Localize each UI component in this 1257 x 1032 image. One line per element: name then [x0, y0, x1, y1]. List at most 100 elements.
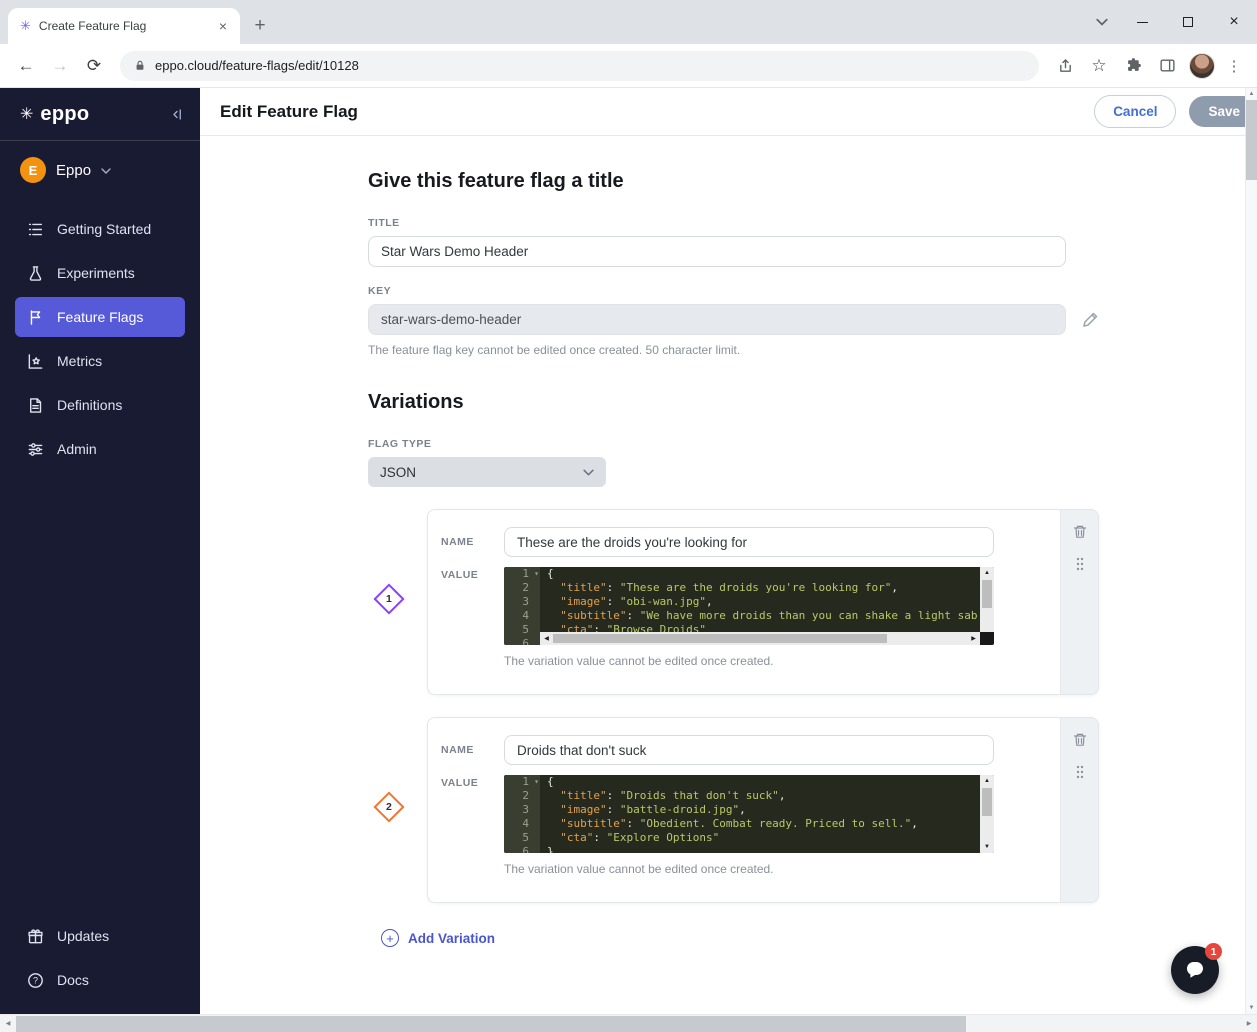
variation-1-badge: 1 [373, 583, 404, 614]
sidebar-item-metrics[interactable]: Metrics [15, 341, 185, 381]
form-content: Give this feature flag a title TITLE KEY… [200, 136, 1245, 987]
editor-vertical-scrollbar[interactable]: ▲ ▼ [980, 775, 994, 853]
flag-type-label: FLAG TYPE [368, 438, 1245, 450]
flag-icon [27, 309, 44, 326]
variation-2-name-input[interactable] [504, 735, 994, 765]
cancel-button[interactable]: Cancel [1094, 95, 1176, 128]
variation-name-label: NAME [441, 744, 504, 756]
bookmark-star-icon[interactable]: ☆ [1083, 50, 1115, 82]
browser-menu-icon[interactable]: ⋮ [1221, 57, 1247, 75]
sidebar-item-definitions[interactable]: Definitions [15, 385, 185, 425]
variations-heading: Variations [368, 391, 1245, 414]
variation-1-name-input[interactable] [504, 527, 994, 557]
window-maximize-button[interactable] [1165, 0, 1211, 44]
title-input[interactable] [368, 236, 1066, 267]
eppo-logo-icon: ✳ [20, 104, 33, 124]
new-tab-button[interactable]: + [246, 12, 274, 40]
variation-name-label: NAME [441, 536, 504, 548]
intercom-chat-button[interactable]: 1 [1171, 946, 1219, 994]
trash-icon[interactable] [1072, 732, 1088, 748]
browser-tab[interactable]: ✳ Create Feature Flag × [8, 8, 240, 44]
variation-1-actions [1060, 510, 1098, 694]
drag-handle-icon[interactable] [1075, 764, 1085, 780]
json-editor-2[interactable]: 1▾{2 "title": "Droids that don't suck",3… [504, 775, 994, 853]
key-help-text: The feature flag key cannot be edited on… [368, 343, 1245, 357]
list-icon [27, 221, 44, 238]
trash-icon[interactable] [1072, 524, 1088, 540]
flag-type-select[interactable]: JSON [368, 457, 606, 487]
extensions-puzzle-icon[interactable] [1117, 50, 1149, 82]
tab-search-icon[interactable] [1085, 5, 1119, 39]
address-bar[interactable]: eppo.cloud/feature-flags/edit/10128 [120, 51, 1039, 81]
reload-icon[interactable]: ⟳ [78, 50, 110, 82]
page-vertical-scrollbar[interactable]: ▲ ▼ [1245, 88, 1257, 1014]
page-title: Edit Feature Flag [220, 102, 358, 122]
workspace-switcher[interactable]: E Eppo [0, 141, 200, 197]
workspace-name: Eppo [56, 162, 91, 179]
tab-title: Create Feature Flag [39, 19, 206, 33]
workspace-avatar: E [20, 157, 46, 183]
variation-card-2: 2 NAME VALUE 1▾{2 "title" [427, 717, 1099, 903]
eppo-favicon-icon: ✳ [20, 18, 31, 34]
page-header: Edit Feature Flag Cancel Save [200, 88, 1245, 136]
sliders-icon [27, 441, 44, 458]
window-controls: × [1085, 0, 1257, 44]
back-icon[interactable]: ← [10, 50, 42, 82]
notification-badge: 1 [1205, 943, 1222, 960]
window-minimize-button[interactable] [1119, 0, 1165, 44]
browser-window: ✳ Create Feature Flag × + × ← → ⟳ eppo.c… [0, 0, 1257, 1032]
value-help-text: The variation value cannot be edited onc… [504, 654, 994, 668]
side-panel-icon[interactable] [1151, 50, 1183, 82]
sidebar-nav: Getting Started Experiments Feature Flag… [0, 197, 200, 473]
sidebar: ✳ eppo E Eppo Ge [0, 88, 200, 1014]
drag-handle-icon[interactable] [1075, 556, 1085, 572]
editor-horizontal-scrollbar[interactable]: ◀ ▶ [540, 632, 980, 645]
chat-bubble-icon [1183, 958, 1207, 982]
gift-icon [27, 928, 44, 945]
scrollbar-thumb[interactable] [16, 1016, 966, 1032]
sidebar-item-docs[interactable]: ? Docs [15, 960, 185, 1000]
sidebar-item-experiments[interactable]: Experiments [15, 253, 185, 293]
share-icon[interactable] [1049, 50, 1081, 82]
chevron-down-icon [583, 469, 594, 476]
flask-icon [27, 265, 44, 282]
scrollbar-thumb[interactable] [1246, 100, 1257, 180]
sidebar-item-feature-flags[interactable]: Feature Flags [15, 297, 185, 337]
profile-avatar[interactable] [1189, 53, 1215, 79]
sidebar-collapse-icon[interactable] [169, 107, 184, 122]
tab-strip: ✳ Create Feature Flag × + × [0, 0, 1257, 44]
tab-close-icon[interactable]: × [214, 17, 232, 35]
variation-value-label: VALUE [441, 567, 504, 668]
lock-icon [134, 59, 146, 72]
add-variation-button[interactable]: + Add Variation [381, 929, 1245, 947]
section-title: Give this feature flag a title [368, 170, 1245, 193]
value-help-text: The variation value cannot be edited onc… [504, 862, 994, 876]
variation-2-badge: 2 [373, 791, 404, 822]
save-button[interactable]: Save [1189, 96, 1245, 127]
chevron-down-icon [101, 168, 111, 174]
forward-icon[interactable]: → [44, 50, 76, 82]
plus-circle-icon: + [381, 929, 399, 947]
document-icon [27, 397, 44, 414]
edit-pencil-icon[interactable] [1081, 311, 1099, 329]
json-editor-1[interactable]: 1▾{2 "title": "These are the droids you'… [504, 567, 994, 645]
main-panel: Edit Feature Flag Cancel Save Give this … [200, 88, 1245, 1014]
key-input [368, 304, 1066, 335]
url-text: eppo.cloud/feature-flags/edit/10128 [155, 58, 359, 73]
eppo-logo: ✳ eppo [20, 103, 89, 126]
metrics-chart-icon [27, 353, 44, 370]
key-label: KEY [368, 285, 1245, 297]
variation-card-1: 1 NAME VALUE 1▾{2 "title" [427, 509, 1099, 695]
browser-toolbar: ← → ⟳ eppo.cloud/feature-flags/edit/1012… [0, 44, 1257, 88]
sidebar-item-updates[interactable]: Updates [15, 916, 185, 956]
sidebar-footer: Updates ? Docs [0, 912, 200, 1014]
help-circle-icon: ? [27, 972, 44, 989]
window-close-button[interactable]: × [1211, 0, 1257, 44]
page-horizontal-scrollbar[interactable]: ◀ ▶ [0, 1014, 1257, 1032]
sidebar-item-getting-started[interactable]: Getting Started [15, 209, 185, 249]
variation-2-actions [1060, 718, 1098, 902]
eppo-logo-text: eppo [40, 103, 89, 126]
title-label: TITLE [368, 217, 1245, 229]
variation-value-label: VALUE [441, 775, 504, 876]
sidebar-item-admin[interactable]: Admin [15, 429, 185, 469]
